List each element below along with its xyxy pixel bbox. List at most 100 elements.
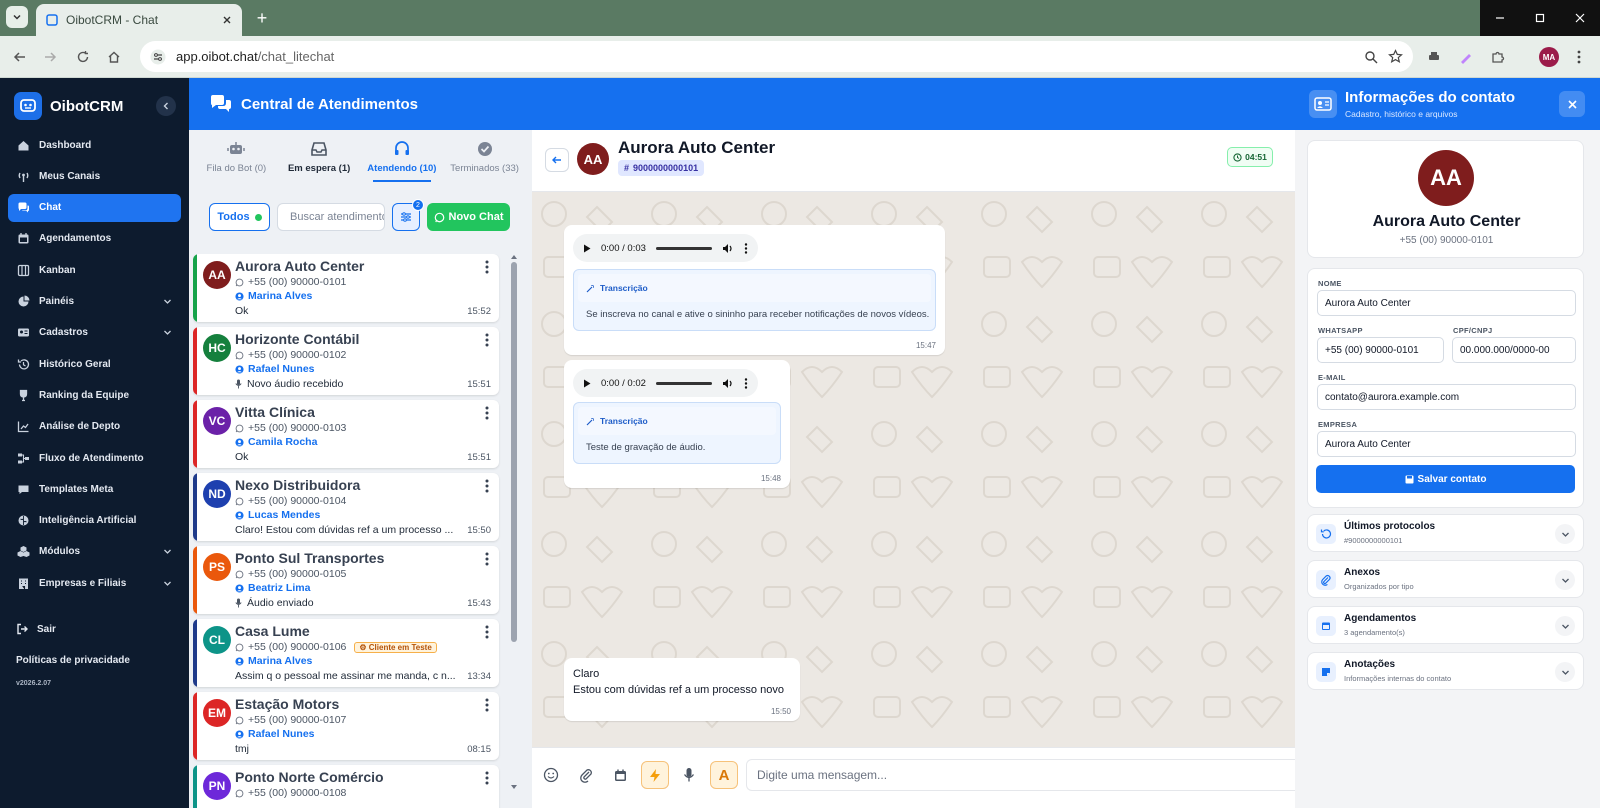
scroll-up-icon[interactable] bbox=[510, 254, 518, 260]
filter-all-button[interactable]: Todos bbox=[209, 203, 270, 231]
more-vertical-icon[interactable] bbox=[485, 698, 489, 712]
audio-player-1[interactable]: 0:00 / 0:03 bbox=[573, 234, 758, 262]
contact-section-3[interactable]: Anotações Informações internas do contato bbox=[1307, 652, 1584, 690]
save-contact-button[interactable]: Salvar contato bbox=[1316, 465, 1575, 493]
sidebar-item-empresas-e-filiais[interactable]: Empresas e Filiais bbox=[8, 569, 181, 597]
minimize-button[interactable] bbox=[1480, 0, 1520, 36]
contact-section-0[interactable]: Últimos protocolos #9000000000101 bbox=[1307, 514, 1584, 552]
extensions-button[interactable] bbox=[1487, 46, 1509, 68]
sidebar-item-cadastros[interactable]: Cadastros bbox=[8, 319, 181, 347]
tab-queue-0[interactable]: Fila do Bot (0) bbox=[197, 130, 275, 184]
attach-button[interactable] bbox=[572, 761, 600, 789]
more-vertical-icon[interactable] bbox=[485, 771, 489, 785]
close-window-button[interactable] bbox=[1560, 0, 1600, 36]
advanced-filter-button[interactable]: 2 bbox=[392, 199, 424, 231]
record-audio-button[interactable] bbox=[675, 761, 703, 789]
email-field[interactable]: contato@aurora.example.com bbox=[1317, 384, 1576, 410]
sidebar-item-inteligencia-artificial[interactable]: Inteligência Artificial bbox=[8, 507, 181, 535]
more-vertical-icon[interactable] bbox=[485, 406, 489, 420]
home-button[interactable] bbox=[103, 46, 125, 68]
browser-tab[interactable]: OibotCRM - Chat bbox=[36, 4, 242, 36]
more-vertical-icon[interactable] bbox=[485, 552, 489, 566]
privacy-link[interactable]: Políticas de privacidade bbox=[16, 655, 130, 666]
tab-queue-1[interactable]: Em espera (1) bbox=[280, 130, 358, 184]
conversation-card[interactable]: PN Ponto Norte Comércio +55 (00) 90000-010… bbox=[193, 765, 499, 808]
more-vertical-icon[interactable] bbox=[744, 242, 748, 254]
sidebar-item-kanban[interactable]: Kanban bbox=[8, 256, 181, 284]
profile-avatar[interactable]: MA bbox=[1539, 47, 1559, 67]
zoom-icon[interactable] bbox=[1364, 50, 1378, 64]
conversation-card[interactable]: HC Horizonte Contábil +55 (00) 90000-0102 R… bbox=[193, 327, 499, 395]
play-icon[interactable] bbox=[583, 379, 591, 388]
logout-link[interactable]: Sair bbox=[16, 623, 56, 635]
site-settings-icon[interactable] bbox=[150, 49, 166, 65]
extension-button-1[interactable] bbox=[1423, 46, 1445, 68]
list-scrollbar[interactable] bbox=[510, 254, 518, 794]
conversation-card[interactable]: CL Casa Lume +55 (00) 90000-0106 ⚙ Cliente … bbox=[193, 619, 499, 687]
conversation-card[interactable]: EM Estação Motors +55 (00) 90000-0107 Rafae… bbox=[193, 692, 499, 760]
conversation-card[interactable]: PS Ponto Sul Transportes +55 (00) 90000-01… bbox=[193, 546, 499, 614]
tab-queue-3[interactable]: Terminados (33) bbox=[446, 130, 524, 184]
sidebar-item-templates-meta[interactable]: Templates Meta bbox=[8, 475, 181, 503]
sidebar-item-dashboard[interactable]: Dashboard bbox=[8, 131, 181, 159]
search-input[interactable]: Buscar atendimento bbox=[277, 203, 385, 231]
schedule-button[interactable] bbox=[606, 761, 634, 789]
browser-menu-button[interactable] bbox=[1568, 46, 1590, 68]
extension-button-2[interactable] bbox=[1455, 46, 1477, 68]
back-button[interactable] bbox=[545, 148, 569, 172]
sidebar-item-historico-geral[interactable]: Histórico Geral bbox=[8, 350, 181, 378]
expand-section-button[interactable] bbox=[1555, 616, 1575, 636]
more-vertical-icon[interactable] bbox=[485, 625, 489, 639]
conversation-card[interactable]: VC Vitta Clínica +55 (00) 90000-0103 Camila… bbox=[193, 400, 499, 468]
audio-progress-1[interactable] bbox=[655, 246, 712, 250]
scrollbar-thumb[interactable] bbox=[511, 262, 517, 642]
close-contact-panel-button[interactable] bbox=[1559, 91, 1585, 117]
conversation-card[interactable]: AA Aurora Auto Center +55 (00) 90000-0101 M… bbox=[193, 254, 499, 322]
more-vertical-icon[interactable] bbox=[485, 333, 489, 347]
name-field[interactable]: Aurora Auto Center bbox=[1317, 290, 1576, 316]
sidebar-item-analise-de-depto[interactable]: Análise de Depto bbox=[8, 413, 181, 441]
volume-icon[interactable] bbox=[722, 378, 734, 389]
message-input[interactable]: Digite uma mensagem... bbox=[746, 759, 1295, 791]
more-vertical-icon[interactable] bbox=[485, 479, 489, 493]
sidebar-item-chat[interactable]: Chat bbox=[8, 193, 181, 222]
more-vertical-icon[interactable] bbox=[744, 377, 748, 389]
new-chat-button[interactable]: Novo Chat bbox=[427, 203, 510, 231]
volume-icon[interactable] bbox=[722, 243, 734, 254]
conversation-card[interactable]: ND Nexo Distribuidora +55 (00) 90000-0104 L… bbox=[193, 473, 499, 541]
whatsapp-field[interactable]: +55 (00) 90000-0101 bbox=[1317, 337, 1444, 363]
expand-section-button[interactable] bbox=[1555, 570, 1575, 590]
close-tab-icon[interactable] bbox=[222, 15, 232, 25]
company-field[interactable]: Aurora Auto Center bbox=[1317, 431, 1576, 457]
brand-logo[interactable]: OibotCRM bbox=[14, 92, 123, 120]
url-bar[interactable]: app.oibot.chat/chat_litechat bbox=[140, 41, 1413, 72]
reload-button[interactable] bbox=[72, 46, 94, 68]
new-tab-button[interactable]: + bbox=[252, 8, 272, 28]
chat-contact-name[interactable]: Aurora Auto Center bbox=[618, 138, 775, 158]
emoji-button[interactable] bbox=[537, 761, 565, 789]
ai-assist-button[interactable]: A bbox=[710, 761, 738, 789]
scroll-down-icon[interactable] bbox=[510, 784, 518, 790]
cpf-field[interactable]: 00.000.000/0000-00 bbox=[1452, 337, 1576, 363]
contact-section-2[interactable]: Agendamentos 3 agendamento(s) bbox=[1307, 606, 1584, 644]
audio-progress-2[interactable] bbox=[655, 381, 712, 385]
quick-reply-button[interactable] bbox=[641, 761, 669, 789]
sidebar-item-agendamentos[interactable]: Agendamentos bbox=[8, 225, 181, 253]
forward-nav-button[interactable] bbox=[39, 46, 61, 68]
play-icon[interactable] bbox=[583, 244, 591, 253]
tab-search-button[interactable] bbox=[6, 6, 28, 28]
sidebar-item-paineis[interactable]: Painéis bbox=[8, 288, 181, 316]
contact-section-1[interactable]: Anexos Organizados por tipo bbox=[1307, 560, 1584, 598]
more-vertical-icon[interactable] bbox=[485, 260, 489, 274]
expand-section-button[interactable] bbox=[1555, 662, 1575, 682]
sidebar-item-meus-canais[interactable]: Meus Canais bbox=[8, 162, 181, 190]
expand-section-button[interactable] bbox=[1555, 524, 1575, 544]
bookmark-star-icon[interactable] bbox=[1388, 49, 1403, 64]
collapse-sidebar-button[interactable] bbox=[156, 96, 176, 116]
sidebar-item-fluxo-de-atendimento[interactable]: Fluxo de Atendimento bbox=[8, 444, 181, 472]
tab-queue-2[interactable]: Atendendo (10) bbox=[363, 130, 441, 184]
audio-player-2[interactable]: 0:00 / 0:02 bbox=[573, 369, 758, 397]
sidebar-item-ranking-da-equipe[interactable]: Ranking da Equipe bbox=[8, 381, 181, 409]
sidebar-item-modulos[interactable]: Módulos bbox=[8, 538, 181, 566]
back-nav-button[interactable] bbox=[9, 46, 31, 68]
